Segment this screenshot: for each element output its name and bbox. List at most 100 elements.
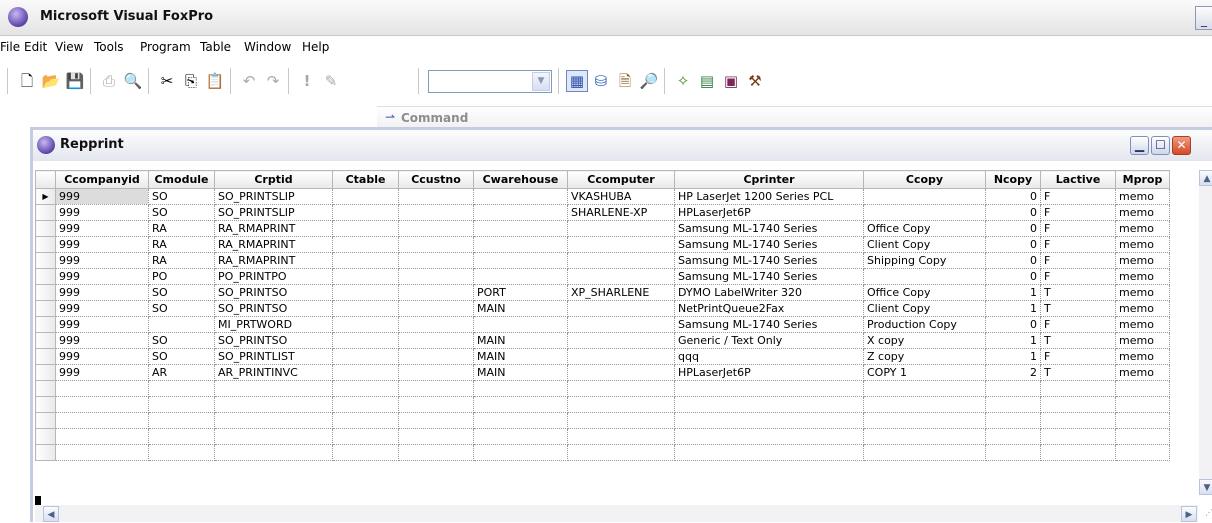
row-selector[interactable] [35, 268, 56, 285]
cell-crptid[interactable]: SO_PRINTSO [214, 300, 333, 317]
undo-icon[interactable]: ↶ [238, 70, 260, 92]
cell-crptid[interactable]: SO_PRINTSO [214, 284, 333, 301]
cell-cprinter[interactable]: Samsung ML-1740 Series [674, 268, 864, 285]
cell-ctable[interactable] [332, 364, 399, 381]
row-selector[interactable] [35, 236, 56, 253]
cell-crptid[interactable]: RA_RMAPRINT [214, 220, 333, 237]
cell-ccustno[interactable] [398, 204, 474, 221]
modify-form-icon[interactable]: ✎ [320, 70, 342, 92]
table-icon[interactable] [37, 136, 55, 154]
cell-mprop[interactable]: memo [1115, 316, 1170, 333]
row-selector[interactable] [35, 300, 56, 317]
menu-program[interactable]: Program [140, 40, 191, 54]
cell-lactive[interactable]: F [1040, 188, 1116, 205]
table-row[interactable]: 999 SO SO_PRINTLIST MAIN qqq Z copy 1 Fmemo [35, 348, 1170, 365]
table-row[interactable]: ▶ 999 SO SO_PRINTSLIP VKASHUBA HP LaserJet 12… [35, 188, 1170, 205]
cell-ccompanyid[interactable]: 999 [55, 220, 149, 237]
cell-ncopy[interactable]: 0 [985, 220, 1041, 237]
table-row[interactable]: 999 MI_PRTWORD Samsung ML-1740 Series Produ… [35, 316, 1170, 333]
cell-ctable[interactable] [332, 316, 399, 333]
cell-cwarehouse[interactable] [473, 252, 568, 269]
cell-cwarehouse[interactable] [473, 236, 568, 253]
cell-cwarehouse[interactable]: PORT [473, 284, 568, 301]
cell-lactive[interactable]: T [1040, 364, 1116, 381]
cell-mprop[interactable]: memo [1115, 220, 1170, 237]
cell-ccomputer[interactable] [567, 332, 675, 349]
column-header-mprop[interactable]: Mprop [1115, 170, 1170, 189]
row-selector[interactable] [35, 220, 56, 237]
cell-ccopy[interactable]: X copy [863, 332, 986, 349]
tools-icon[interactable]: ⚒ [744, 70, 766, 92]
row-selector[interactable] [35, 348, 56, 365]
cell-cprinter[interactable]: NetPrintQueue2Fax [674, 300, 864, 317]
row-selector[interactable] [35, 252, 56, 269]
cell-mprop[interactable]: memo [1115, 188, 1170, 205]
cell-ctable[interactable] [332, 284, 399, 301]
cell-cwarehouse[interactable] [473, 204, 568, 221]
cell-ccustno[interactable] [398, 364, 474, 381]
cell-ccustno[interactable] [398, 300, 474, 317]
scroll-right-icon[interactable]: ▶ [1181, 506, 1197, 522]
cell-ncopy[interactable]: 2 [985, 364, 1041, 381]
cell-ccustno[interactable] [398, 316, 474, 333]
menu-edit[interactable]: Edit [24, 40, 47, 54]
cell-cmodule[interactable]: SO [148, 284, 215, 301]
column-header-cwarehouse[interactable]: Cwarehouse [473, 170, 568, 189]
cell-cprinter[interactable]: HPLaserJet6P [674, 364, 864, 381]
cell-ccomputer[interactable] [567, 252, 675, 269]
cell-mprop[interactable]: memo [1115, 332, 1170, 349]
menu-window[interactable]: Window [244, 40, 291, 54]
cell-cmodule[interactable]: SO [148, 300, 215, 317]
table-row[interactable]: 999 RA RA_RMAPRINT Samsung ML-1740 Series Sh… [35, 252, 1170, 269]
cell-cwarehouse[interactable]: MAIN [473, 364, 568, 381]
column-header-ccustno[interactable]: Ccustno [398, 170, 474, 189]
cell-ccustno[interactable] [398, 220, 474, 237]
column-header-cprinter[interactable]: Cprinter [674, 170, 864, 189]
column-header-ctable[interactable]: Ctable [332, 170, 399, 189]
open-folder-icon[interactable]: 📂 [40, 70, 62, 92]
table-row[interactable]: 999 AR AR_PRINTINVC MAIN HPLaserJet6P COPY 12… [35, 364, 1170, 381]
toolbar-grip[interactable] [7, 68, 11, 94]
cell-lactive[interactable]: F [1040, 348, 1116, 365]
column-header-lactive[interactable]: Lactive [1040, 170, 1116, 189]
cell-cmodule[interactable]: RA [148, 252, 215, 269]
resize-grip-icon[interactable]: ⋰ [1199, 508, 1212, 522]
cell-ccopy[interactable]: Z copy [863, 348, 986, 365]
cell-ccomputer[interactable]: VKASHUBA [567, 188, 675, 205]
menu-table[interactable]: Table [200, 40, 231, 54]
redo-icon[interactable]: ↷ [262, 70, 284, 92]
cell-ccompanyid[interactable]: 999 [55, 332, 149, 349]
cell-ccompanyid[interactable]: 999 [55, 348, 149, 365]
cut-icon[interactable]: ✂ [156, 70, 178, 92]
cell-mprop[interactable]: memo [1115, 348, 1170, 365]
cell-cmodule[interactable]: PO [148, 268, 215, 285]
print-preview-icon[interactable]: 🔍 [122, 70, 144, 92]
scroll-down-icon[interactable]: ▼ [1199, 479, 1212, 495]
command-window-tab[interactable]: ⇀ Command [377, 106, 1212, 128]
cell-ctable[interactable] [332, 268, 399, 285]
cell-ccopy[interactable]: Production Copy [863, 316, 986, 333]
cell-cprinter[interactable]: HP LaserJet 1200 Series PCL [674, 188, 864, 205]
horizontal-scrollbar[interactable]: ◀ ▶ [35, 505, 1198, 522]
cell-ccustno[interactable] [398, 332, 474, 349]
cell-lactive[interactable]: T [1040, 284, 1116, 301]
cell-crptid[interactable]: MI_PRTWORD [214, 316, 333, 333]
cell-cprinter[interactable]: HPLaserJet6P [674, 204, 864, 221]
cell-ctable[interactable] [332, 252, 399, 269]
cell-ccompanyid[interactable]: 999 [55, 316, 149, 333]
run-icon[interactable]: ! [296, 70, 318, 92]
cell-ncopy[interactable]: 0 [985, 268, 1041, 285]
cell-cprinter[interactable]: Samsung ML-1740 Series [674, 220, 864, 237]
menu-file[interactable]: File [0, 40, 20, 54]
table-row[interactable]: 999 SO SO_PRINTSLIP SHARLENE-XP HPLaserJet6P… [35, 204, 1170, 221]
minimize-app-button[interactable]: _ [1195, 6, 1212, 30]
cell-cwarehouse[interactable] [473, 268, 568, 285]
cell-ctable[interactable] [332, 188, 399, 205]
scroll-left-icon[interactable]: ◀ [43, 506, 59, 522]
cell-lactive[interactable]: F [1040, 268, 1116, 285]
table-row[interactable]: 999 SO SO_PRINTSO PORT XP_SHARLENE DYMO Label… [35, 284, 1170, 301]
cell-ccompanyid[interactable]: 999 [55, 236, 149, 253]
cell-mprop[interactable]: memo [1115, 252, 1170, 269]
cell-mprop[interactable]: memo [1115, 300, 1170, 317]
table-row[interactable]: 999 PO PO_PRINTPO Samsung ML-1740 Series 0 Fm… [35, 268, 1170, 285]
